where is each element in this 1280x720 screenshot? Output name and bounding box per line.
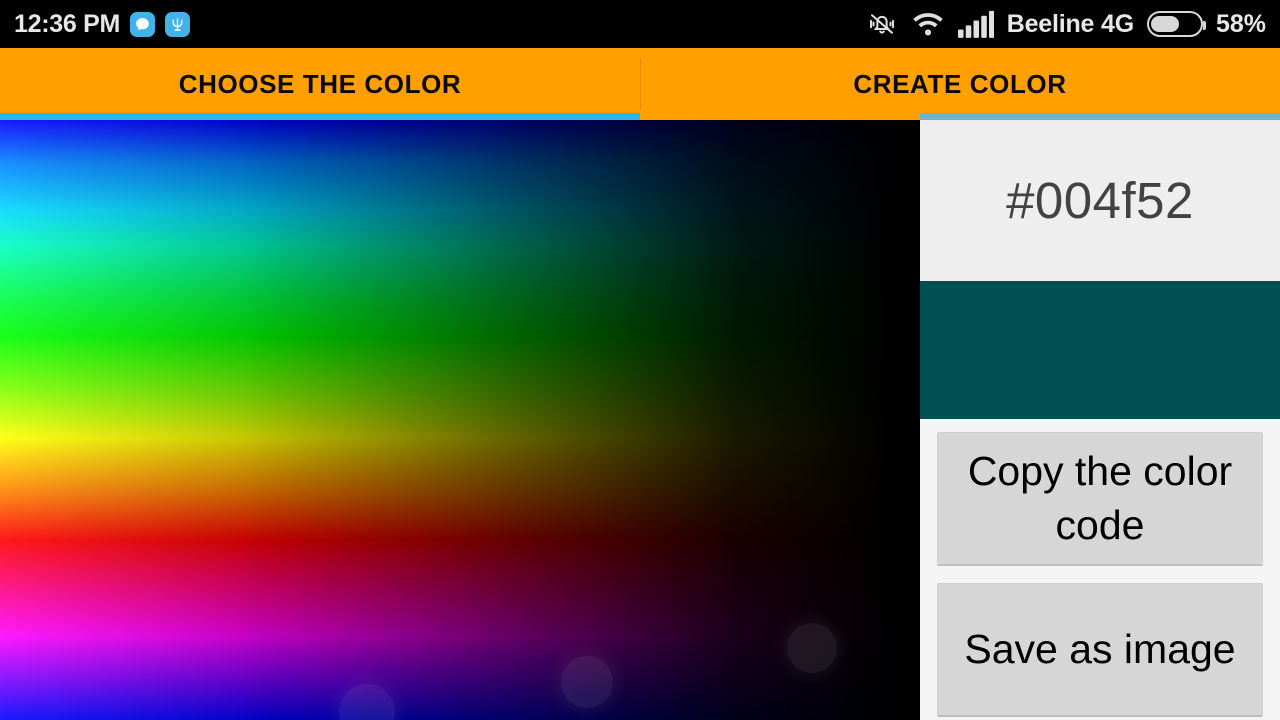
highlight-gradient-layer (0, 120, 920, 720)
battery-percent-label: 58% (1215, 9, 1266, 38)
carrier-label: Beeline 4G (1006, 9, 1134, 38)
tab-active-indicator (0, 113, 640, 120)
battery-icon (1146, 11, 1206, 37)
wifi-icon (911, 10, 945, 38)
app-root: 12:36 PM Beeline 4G 58% CHOOSE THE COLOR… (0, 0, 1280, 720)
color-gradient-canvas[interactable] (0, 120, 920, 720)
color-detail-panel: #004f52 Copy the color code Save as imag… (920, 120, 1280, 720)
messenger-icon (130, 11, 155, 37)
trident-app-icon (165, 11, 190, 37)
tab-bar: CHOOSE THE COLOR CREATE COLOR (0, 48, 1280, 120)
tab-create-color[interactable]: CREATE COLOR (640, 48, 1280, 120)
cellular-signal-icon (957, 10, 994, 38)
tab-bar-bottom-rule (920, 113, 1280, 120)
tab-choose-the-color-label: CHOOSE THE COLOR (178, 69, 462, 99)
hex-code-display[interactable]: #004f52 (920, 120, 1280, 281)
action-button-group: Copy the color code Save as image (920, 425, 1280, 717)
color-swatch-preview (920, 281, 1280, 419)
save-as-image-button[interactable]: Save as image (937, 583, 1263, 717)
ringer-muted-icon (866, 9, 898, 39)
tab-choose-the-color[interactable]: CHOOSE THE COLOR (0, 48, 640, 120)
copy-color-code-button[interactable]: Copy the color code (937, 432, 1263, 566)
status-clock: 12:36 PM (14, 9, 120, 38)
hex-code-value: #004f52 (1006, 172, 1194, 229)
status-bar-left: 12:36 PM (14, 9, 190, 38)
status-bar: 12:36 PM Beeline 4G 58% (0, 0, 1280, 48)
status-bar-right: Beeline 4G 58% (866, 9, 1266, 39)
tab-create-color-label: CREATE COLOR (853, 69, 1067, 99)
